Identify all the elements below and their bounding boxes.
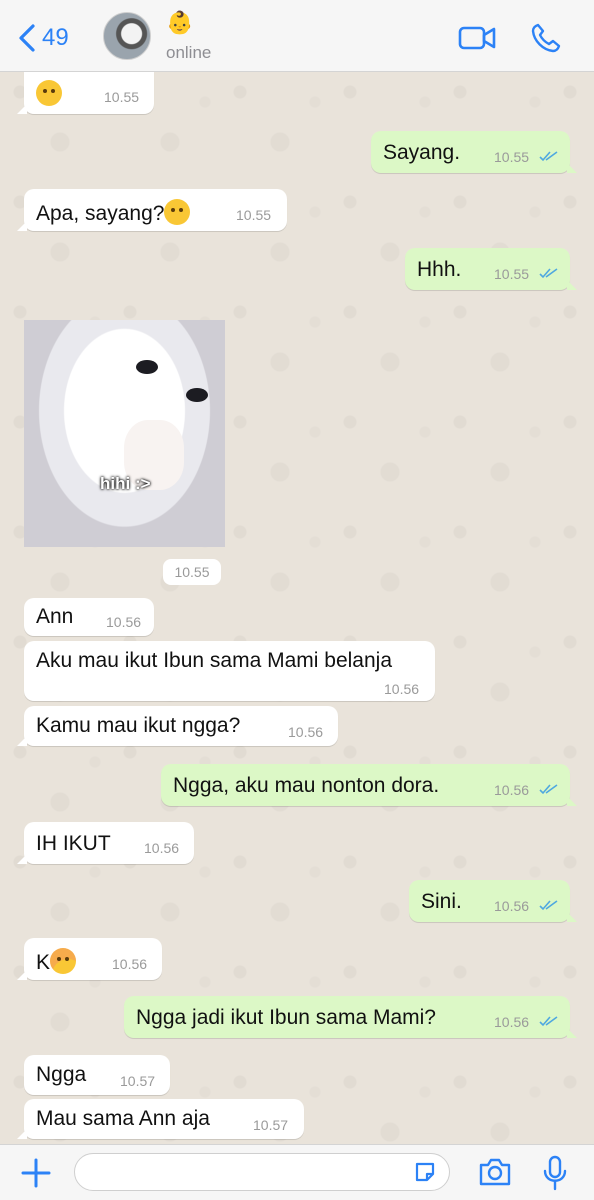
message-time: 10.57	[253, 1117, 289, 1133]
message-incoming[interactable]: Ngga 10.57	[24, 1055, 170, 1095]
sticker-icon[interactable]	[413, 1160, 437, 1184]
microphone-icon[interactable]	[542, 1155, 568, 1191]
sticker-time: 10.55	[163, 559, 221, 585]
read-ticks-icon	[539, 268, 558, 279]
message-time: 10.56	[384, 681, 420, 697]
message-time: 10.56	[112, 956, 148, 972]
message-time: 10.56	[494, 1014, 530, 1030]
message-time: 10.55	[236, 207, 272, 223]
message-outgoing[interactable]: Ngga jadi ikut Ibun sama Mami? 10.56	[124, 996, 577, 1038]
composer-bar	[0, 1144, 594, 1200]
message-time: 10.56	[106, 614, 142, 630]
message-text: Sini.	[421, 890, 462, 913]
message-time: 10.55	[104, 89, 140, 105]
smiling-blush-emoji	[50, 948, 77, 974]
message-time: 10.55	[494, 149, 530, 165]
message-time: 10.56	[494, 782, 530, 798]
message-time: 10.55	[494, 266, 530, 282]
message-incoming[interactable]: IH IKUT 10.56	[17, 822, 194, 864]
chevron-left-icon	[19, 24, 35, 52]
message-text: Ann	[36, 605, 74, 628]
message-text: Kamu mau ikut ngga?	[36, 714, 241, 737]
back-button[interactable]: 49	[16, 22, 69, 54]
message-incoming[interactable]: K 10.56	[17, 938, 162, 980]
message-text: IH IKUT	[36, 832, 111, 855]
message-text: Ngga	[36, 1063, 87, 1086]
message-text: Ngga jadi ikut Ibun sama Mami?	[136, 1006, 436, 1029]
message-outgoing[interactable]: Hhh. 10.55	[405, 248, 577, 290]
message-incoming[interactable]: Kamu mau ikut ngga? 10.56	[17, 706, 338, 746]
message-input[interactable]	[74, 1153, 450, 1191]
message-content: K	[36, 948, 77, 975]
message-incoming[interactable]: Aku mau ikut Ibun sama Mami belanja 10.5…	[24, 641, 435, 701]
message-incoming[interactable]: 10.55	[17, 72, 154, 114]
message-outgoing[interactable]: Sini. 10.56	[409, 880, 577, 922]
message-time: 10.56	[144, 840, 180, 856]
message-time: 10.56	[288, 724, 324, 740]
message-text: Apa, sayang?	[36, 202, 165, 225]
message-outgoing[interactable]: Ngga, aku mau nonton dora. 10.56	[161, 764, 577, 806]
message-text: Aku mau ikut Ibun sama Mami belanja	[36, 649, 393, 672]
sticker-caption: hihi :>	[100, 474, 151, 493]
message-outgoing[interactable]: Sayang. 10.55	[371, 131, 577, 173]
read-ticks-icon	[539, 784, 558, 795]
sticker-eye	[136, 360, 158, 374]
unread-count: 49	[42, 24, 69, 51]
read-ticks-icon	[539, 1016, 558, 1027]
chat-header: 49 👶 online	[0, 0, 594, 72]
message-time: 10.57	[120, 1073, 156, 1089]
video-call-icon[interactable]	[458, 24, 496, 52]
message-incoming[interactable]: Mau sama Ann aja 10.57	[17, 1099, 304, 1139]
hand-over-mouth-emoji	[164, 199, 191, 225]
contact-status: online	[166, 43, 212, 62]
read-ticks-icon	[539, 151, 558, 162]
message-text: K	[36, 951, 51, 974]
message-text: Ngga, aku mau nonton dora.	[173, 774, 440, 797]
plus-icon[interactable]	[20, 1157, 52, 1189]
message-time: 10.56	[494, 898, 530, 914]
message-incoming[interactable]: Ann 10.56	[24, 598, 154, 636]
message-content: Apa, sayang?	[36, 199, 191, 226]
contact-avatar[interactable]	[103, 12, 151, 60]
message-incoming[interactable]: Apa, sayang? 10.55	[17, 189, 287, 231]
sticker-eye	[186, 388, 208, 402]
cat-sticker[interactable]: hihi :>	[24, 320, 225, 547]
message-text: Hhh.	[417, 258, 462, 281]
phone-icon[interactable]	[530, 22, 562, 54]
worried-emoji	[36, 80, 62, 106]
read-ticks-icon	[539, 900, 558, 911]
message-text: Sayang.	[383, 141, 461, 164]
camera-icon[interactable]	[478, 1157, 512, 1187]
message-text: Mau sama Ann aja	[36, 1107, 210, 1130]
contact-name-emoji[interactable]: 👶	[166, 10, 193, 36]
